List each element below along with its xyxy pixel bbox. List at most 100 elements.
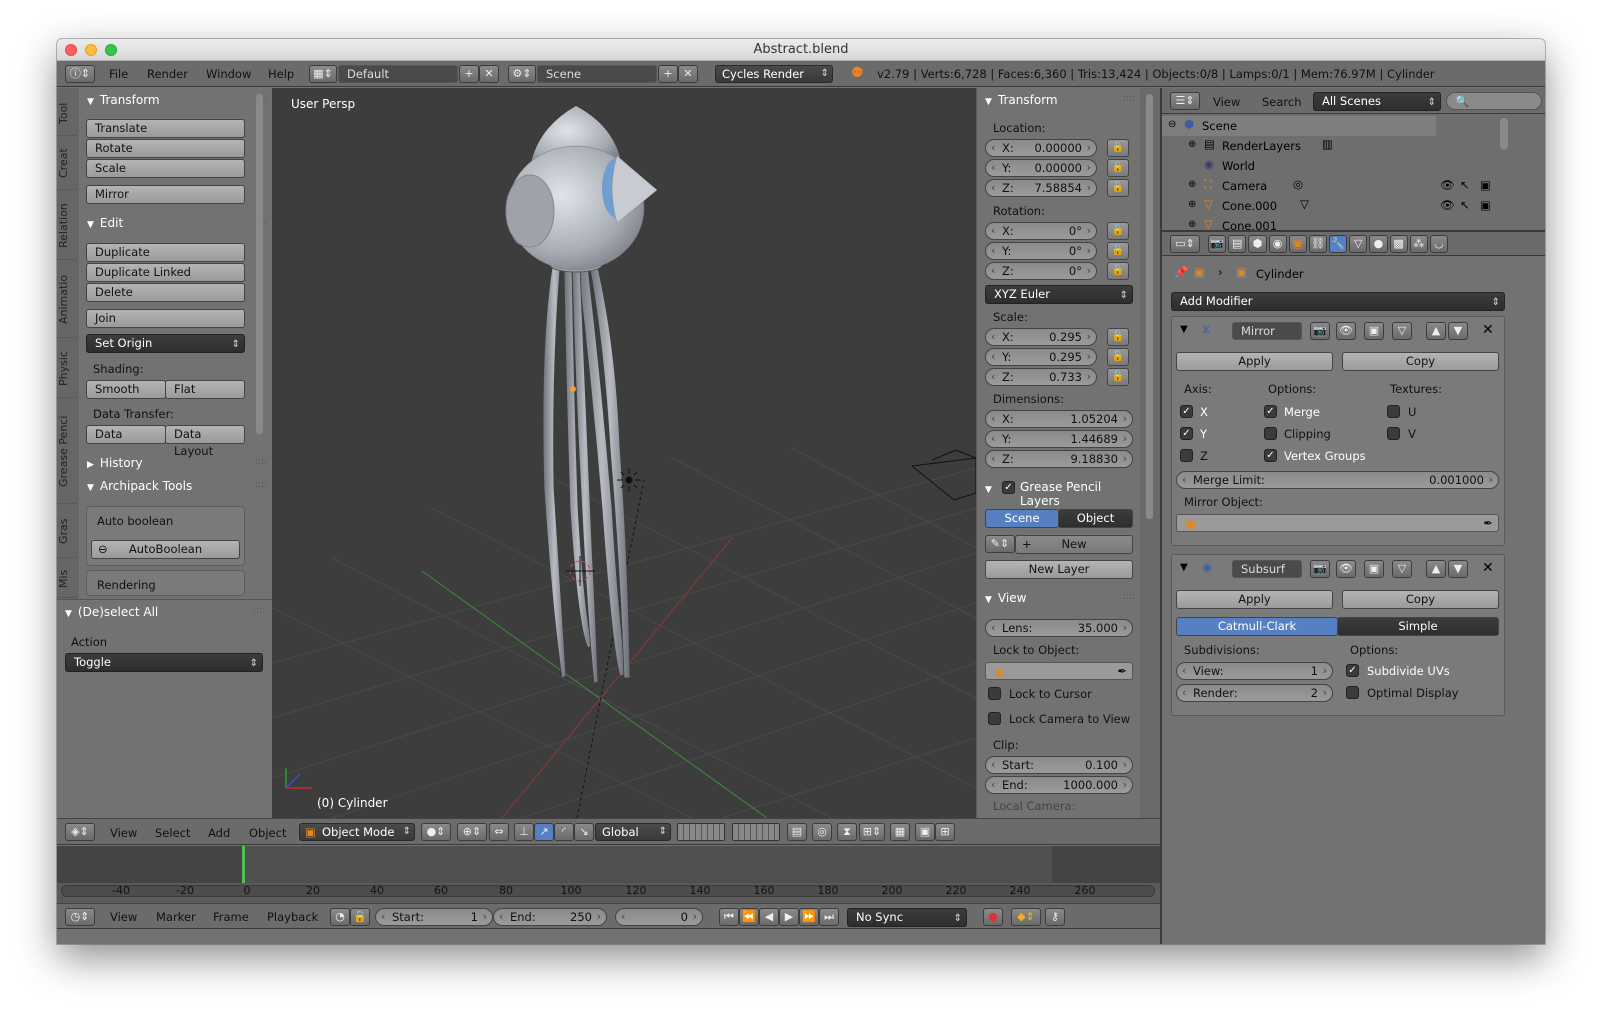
jump-end-icon[interactable]: ⏭ xyxy=(819,908,839,926)
texture-u-checkbox[interactable] xyxy=(1387,405,1400,418)
delete-button[interactable]: Delete xyxy=(86,283,245,302)
lock-range-icon[interactable]: 🔒 xyxy=(350,908,370,926)
add-modifier-dropdown[interactable]: Add Modifier xyxy=(1171,292,1505,311)
render-viewport-icon[interactable]: ▦ xyxy=(890,823,910,841)
gp-scene-toggle[interactable]: Scene xyxy=(985,509,1059,528)
outliner-row-renderlayers[interactable]: ⊕ ▤ RenderLayers ▥ xyxy=(1162,136,1436,156)
remove-modifier-icon[interactable]: ✕ xyxy=(1482,560,1494,576)
rotation-y-field[interactable]: Y:0° xyxy=(985,242,1097,260)
editmode-toggle-icon[interactable]: ▣ xyxy=(1364,322,1384,340)
outliner-row-cone000[interactable]: ⊕ ▽ Cone.000 ▽ 👁 ↖ ▣ xyxy=(1162,196,1545,216)
subsurf-name-field[interactable]: Subsurf xyxy=(1232,560,1302,578)
lock-icon[interactable]: 🔓 xyxy=(1107,328,1129,346)
lock-icon[interactable]: 🔓 xyxy=(1107,348,1129,366)
simple-toggle[interactable]: Simple xyxy=(1337,617,1499,636)
vertex-groups-checkbox[interactable]: ✓ xyxy=(1264,449,1277,462)
world-tab-icon[interactable]: ◉ xyxy=(1268,235,1287,253)
outliner-scrollbar[interactable] xyxy=(1500,118,1508,150)
tab-animation[interactable]: Animatio xyxy=(57,262,77,338)
history-panel-header[interactable]: ▶ History xyxy=(87,454,143,474)
optimal-display-checkbox[interactable] xyxy=(1346,686,1359,699)
mirror-object-field[interactable]: ▣ ✒ xyxy=(1176,514,1499,532)
panel-grip-icon[interactable]: :::: xyxy=(1123,94,1135,104)
outliner-menu-view[interactable]: View xyxy=(1213,91,1240,113)
axis-y-checkbox[interactable]: ✓ xyxy=(1180,427,1193,440)
lock-icon[interactable]: 🔓 xyxy=(1107,222,1129,240)
catmull-clark-toggle[interactable]: Catmull-Clark xyxy=(1176,617,1338,636)
timeline-menu-frame[interactable]: Frame xyxy=(213,906,249,928)
transform-orientation-dropdown[interactable]: Global xyxy=(595,823,671,841)
editmode-toggle-icon[interactable]: ▣ xyxy=(1364,560,1384,578)
duplicate-button[interactable]: Duplicate xyxy=(86,243,245,262)
keying-set-icon[interactable]: ◆⇕ xyxy=(1011,908,1041,926)
remove-scene-icon[interactable]: ✕ xyxy=(678,65,698,83)
collapse-icon[interactable]: ⊖ xyxy=(1168,119,1176,130)
rotate-arc-icon[interactable]: ◜ xyxy=(554,823,574,841)
translate-button[interactable]: Translate xyxy=(86,119,245,138)
pin-icon[interactable]: 📌 xyxy=(1174,265,1188,279)
lock-layers-icon[interactable]: ▤ xyxy=(787,823,807,841)
data-transfer-button[interactable]: Data xyxy=(86,425,166,444)
opengl-animation-icon[interactable]: ⊞ xyxy=(935,823,955,841)
subdiv-render-field[interactable]: Render:2 xyxy=(1176,684,1333,702)
menu-select[interactable]: Select xyxy=(155,822,190,844)
subsurf-copy-button[interactable]: Copy xyxy=(1342,590,1499,609)
subsurf-apply-button[interactable]: Apply xyxy=(1176,590,1333,609)
renderable-camera-icon[interactable]: ▣ xyxy=(1480,178,1491,192)
viewport-3d[interactable]: User Persp (0) Cylinder xyxy=(272,88,976,818)
cage-toggle-icon[interactable]: ▽ xyxy=(1392,560,1412,578)
constraints-tab-icon[interactable]: ⛓ xyxy=(1308,235,1328,253)
renderable-camera-icon[interactable]: ▣ xyxy=(1480,198,1491,212)
menu-object[interactable]: Object xyxy=(249,822,286,844)
render-engine-dropdown[interactable]: Cycles Render xyxy=(715,65,833,83)
eyedropper-icon[interactable]: ✒ xyxy=(1483,515,1493,531)
timeline-area[interactable] xyxy=(57,846,1160,883)
render-toggle-icon[interactable]: 📷 xyxy=(1310,322,1330,340)
prev-keyframe-icon[interactable]: ⏪ xyxy=(739,908,759,926)
play-icon[interactable]: ▶ xyxy=(779,908,799,926)
record-icon[interactable]: ● xyxy=(983,908,1003,926)
preview-range-icon[interactable]: ◔ xyxy=(330,908,350,926)
next-keyframe-icon[interactable]: ⏩ xyxy=(799,908,819,926)
jump-start-icon[interactable]: ⏮ xyxy=(719,908,739,926)
start-frame-field[interactable]: Start:1 xyxy=(375,908,493,926)
lock-icon[interactable]: 🔓 xyxy=(1107,179,1129,197)
lock-to-cursor-checkbox[interactable] xyxy=(988,687,1001,700)
proportional-edit-icon[interactable]: ◎ xyxy=(812,823,832,841)
scale-y-field[interactable]: Y:0.295 xyxy=(985,348,1097,366)
set-origin-dropdown[interactable]: Set Origin xyxy=(86,334,245,353)
outliner-row-camera[interactable]: ⊕ ⛶ Camera ◎ 👁 ↖ ▣ xyxy=(1162,176,1545,196)
menu-add[interactable]: Add xyxy=(208,822,230,844)
scale-z-field[interactable]: Z:0.733 xyxy=(985,368,1097,386)
clip-end-field[interactable]: End:1000.000 xyxy=(985,776,1133,794)
lock-icon[interactable]: 🔓 xyxy=(1107,242,1129,260)
dimensions-x-field[interactable]: X:1.05204 xyxy=(985,410,1133,428)
keyframe-insert-icon[interactable]: ⚷ xyxy=(1045,908,1065,926)
axis-x-checkbox[interactable]: ✓ xyxy=(1180,405,1193,418)
mirror-apply-button[interactable]: Apply xyxy=(1176,352,1333,371)
translate-manipulator-icon[interactable]: ⊥ xyxy=(514,823,534,841)
expand-icon[interactable]: ⊕ xyxy=(1188,139,1196,150)
end-frame-field[interactable]: End:250 xyxy=(493,908,607,926)
axis-z-checkbox[interactable] xyxy=(1180,449,1193,462)
object-tab-icon[interactable]: ▣ xyxy=(1288,235,1307,253)
material-tab-icon[interactable]: ● xyxy=(1369,235,1388,253)
visibility-eye-icon[interactable]: 👁 xyxy=(1440,198,1455,212)
move-up-icon[interactable]: ▲ xyxy=(1426,322,1446,340)
info-editor-type-icon[interactable]: ⓘ⇕ xyxy=(65,65,95,83)
outliner-display-dropdown[interactable]: All Scenes xyxy=(1313,92,1441,111)
deselect-all-panel-header[interactable]: ▼ (De)select All xyxy=(65,603,158,623)
location-x-field[interactable]: X:0.00000 xyxy=(985,139,1097,157)
selectable-cursor-icon[interactable]: ↖ xyxy=(1460,198,1470,212)
action-dropdown[interactable]: Toggle xyxy=(65,653,263,672)
panel-grip-icon[interactable]: :::: xyxy=(253,606,265,616)
lock-icon[interactable]: 🔓 xyxy=(1107,368,1129,386)
scale-manipulator-icon[interactable]: ↘ xyxy=(574,823,594,841)
pivot-point-icon[interactable]: ⊕⇕ xyxy=(457,823,487,841)
rotation-mode-dropdown[interactable]: XYZ Euler xyxy=(985,285,1133,304)
tab-grease-pencil[interactable]: Grease Penci xyxy=(57,400,77,504)
collapse-triangle-icon[interactable]: ▼ xyxy=(1180,562,1188,573)
lock-icon[interactable]: 🔓 xyxy=(1107,262,1129,280)
smooth-shading-button[interactable]: Smooth xyxy=(86,380,166,399)
scale-x-field[interactable]: X:0.295 xyxy=(985,328,1097,346)
